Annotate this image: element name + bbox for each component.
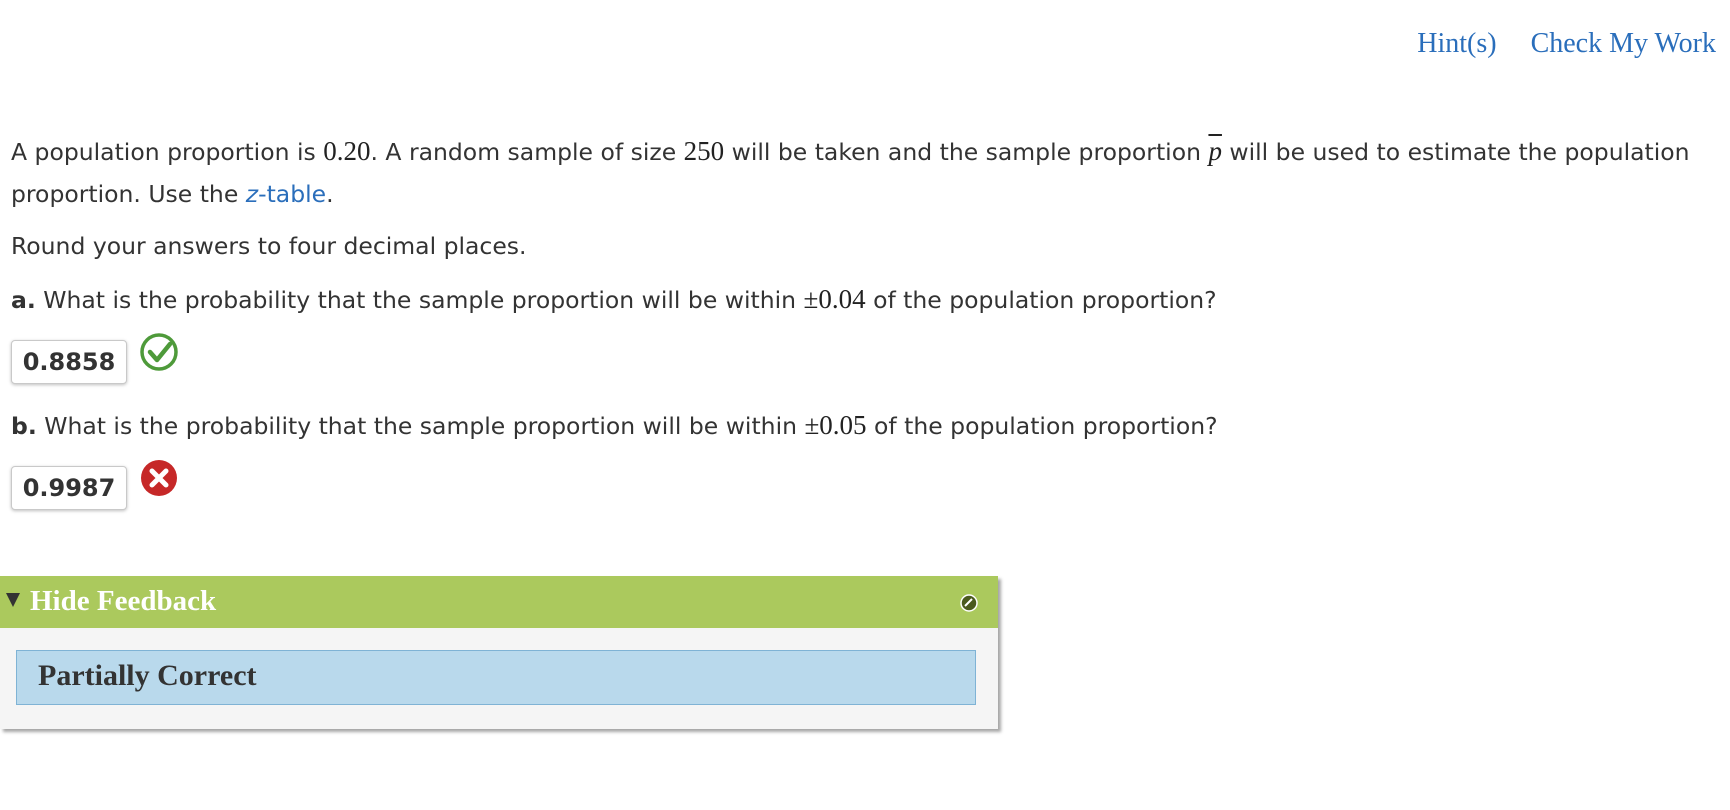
pin-icon[interactable] (960, 594, 978, 612)
problem-statement: A population proportion is 0.20. A rando… (11, 130, 1701, 215)
top-links: Hint(s) Check My Work (1417, 28, 1716, 60)
question-a-text-pre: What is the probability that the sample … (35, 286, 804, 314)
problem-text-2: . A random sample of size (370, 138, 684, 166)
x-icon (141, 460, 177, 496)
question-b-text-post: of the population proportion? (866, 412, 1218, 440)
feedback-panel: Hide Feedback Partially Correct (0, 576, 998, 729)
triangle-down-icon (6, 593, 20, 607)
question-b-margin: ±0.05 (804, 410, 867, 440)
problem-text-end: . (326, 180, 334, 208)
instruction-text: Round your answers to four decimal place… (11, 232, 527, 260)
sample-size-value: 250 (683, 136, 725, 166)
feedback-status: Partially Correct (38, 659, 257, 692)
question-b-label: b. (11, 412, 37, 440)
question-b: b. What is the probability that the samp… (11, 404, 1218, 447)
hide-feedback-toggle[interactable]: Hide Feedback (0, 576, 998, 628)
pbar-symbol: p (1208, 136, 1222, 166)
hide-feedback-label: Hide Feedback (30, 585, 217, 617)
question-b-text-pre: What is the probability that the sample … (36, 412, 805, 440)
question-a-text-post: of the population proportion? (865, 286, 1217, 314)
check-my-work-link[interactable]: Check My Work (1531, 28, 1716, 60)
question-a-label: a. (11, 286, 36, 314)
question-a: a. What is the probability that the samp… (11, 278, 1217, 321)
feedback-body: Partially Correct (16, 650, 976, 705)
proportion-value: 0.20 (323, 136, 371, 166)
z-table-link-rest: -table (258, 180, 327, 208)
z-table-link-z: z (245, 180, 259, 208)
answer-a-field[interactable]: 0.8858 (11, 340, 127, 384)
hints-link[interactable]: Hint(s) (1417, 28, 1496, 60)
problem-text-3: will be taken and the sample proportion (724, 138, 1209, 166)
z-table-link[interactable]: z-table (246, 180, 326, 208)
answer-b-field[interactable]: 0.9987 (11, 466, 127, 510)
problem-text-1: A population proportion is (11, 138, 324, 166)
checkmark-icon (140, 333, 178, 371)
question-a-margin: ±0.04 (803, 284, 866, 314)
